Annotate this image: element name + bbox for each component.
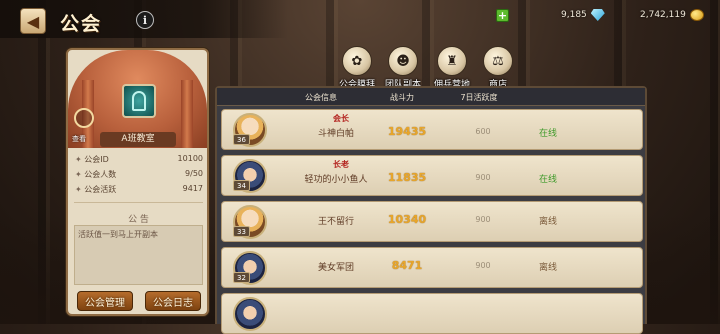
gem-value: 9,185 <box>561 10 587 20</box>
member-power: 8471 <box>391 259 423 272</box>
header-power: 战斗力 <box>390 93 414 102</box>
mercenary-camp-button[interactable]: ♜ 佣兵营地 <box>429 46 475 90</box>
member-level-badge: 32 <box>233 272 250 283</box>
member-row[interactable] <box>221 293 643 334</box>
stat-value: 10100 <box>177 154 203 163</box>
shop-button[interactable]: ⚖ 商店 <box>475 46 521 90</box>
stat-value: 9/50 <box>185 169 203 178</box>
member-status: 离线 <box>538 263 557 273</box>
member-level-badge: 34 <box>233 180 250 191</box>
stat-guild-activity: 公会活跃 9417 <box>75 184 203 198</box>
member-list-header: 公会信息 战斗力 7日活跃度 <box>217 88 645 106</box>
guild-banner: 查看 A班教室 <box>68 50 207 148</box>
gem-icon <box>590 9 605 21</box>
gold-currency: 2,742,119 <box>610 8 704 22</box>
member-name: 王不留行 <box>317 217 354 227</box>
member-status: 在线 <box>538 129 557 139</box>
header-activity: 7日活跃度 <box>460 93 498 102</box>
member-status: 离线 <box>538 217 557 227</box>
top-bar: ◀ 公会 i + 9,185 2,742,119 <box>0 0 720 38</box>
back-arrow-icon[interactable]: ◀ <box>20 8 46 34</box>
member-row[interactable]: 36 会长斗神白帕 19435 600 在线 <box>221 109 643 150</box>
guild-info-panel: 查看 A班教室 公会ID 10100 公会人数 9/50 公会活跃 9417 公… <box>66 48 209 316</box>
guild-log-button[interactable]: 公会日志 <box>145 291 201 311</box>
add-gem-button[interactable]: + <box>496 8 509 22</box>
guild-worship-button[interactable]: ✿ 公会膜拜 <box>334 46 380 90</box>
member-list-panel: 公会信息 战斗力 7日活跃度 36 会长斗神白帕 19435 600 在线 34 长老轻功的… <box>215 86 647 334</box>
gem-currency: + 9,185 <box>496 8 605 22</box>
page-title: 公会 <box>60 13 103 35</box>
banner-pillar-right <box>181 80 193 148</box>
divider <box>74 202 203 203</box>
member-name: 美女军团 <box>317 263 354 273</box>
member-role-badge: 会长 <box>333 114 349 123</box>
member-row[interactable]: 34 长老轻功的小小鱼人 11835 900 在线 <box>221 155 643 196</box>
guild-manage-button[interactable]: 公会管理 <box>77 291 133 311</box>
member-row[interactable]: 33 王不留行 10340 900 离线 <box>221 201 643 242</box>
member-power: 19435 <box>387 125 427 138</box>
member-name: 轻功的小小鱼人 <box>304 175 368 185</box>
notice-title: 公 告 <box>128 215 149 225</box>
shop-scales-icon: ⚖ <box>483 46 513 76</box>
member-level-badge: 33 <box>233 226 250 237</box>
member-activity: 900 <box>475 261 491 270</box>
mercenary-camp-icon: ♜ <box>437 46 467 76</box>
member-avatar <box>233 297 267 331</box>
gold-value: 2,742,119 <box>640 10 686 20</box>
member-row[interactable]: 32 美女军团 8471 900 离线 <box>221 247 643 288</box>
member-activity: 600 <box>475 127 491 136</box>
member-power: 10340 <box>387 213 427 226</box>
stat-value: 9417 <box>182 184 203 193</box>
stat-guild-id: 公会ID 10100 <box>75 154 203 168</box>
guild-name: A班教室 <box>100 132 176 147</box>
member-activity: 900 <box>475 215 491 224</box>
team-dungeon-icon: ☻ <box>388 46 418 76</box>
member-level-badge: 36 <box>233 134 250 145</box>
info-icon[interactable]: i <box>136 11 154 29</box>
gold-coin-icon <box>689 9 704 21</box>
member-role-badge: 长老 <box>333 160 349 169</box>
member-name: 斗神白帕 <box>317 129 354 139</box>
team-dungeon-button[interactable]: ☻ 团队副本 <box>380 46 426 90</box>
stat-label: 公会人数 <box>75 169 116 183</box>
member-activity: 900 <box>475 173 491 182</box>
stat-label: 公会ID <box>75 154 109 168</box>
header-guild-info: 公会信息 <box>305 93 337 102</box>
stat-label: 公会活跃 <box>75 184 116 198</box>
member-power: 11835 <box>387 171 427 184</box>
member-status: 在线 <box>538 175 557 185</box>
magnifier-icon[interactable] <box>74 108 94 128</box>
search-label: 查看 <box>72 135 86 143</box>
notice-text: 活跃值一到马上开副本 <box>74 225 203 285</box>
worship-icon: ✿ <box>342 46 372 76</box>
stat-member-count: 公会人数 9/50 <box>75 169 203 183</box>
guild-emblem-icon <box>122 84 156 118</box>
